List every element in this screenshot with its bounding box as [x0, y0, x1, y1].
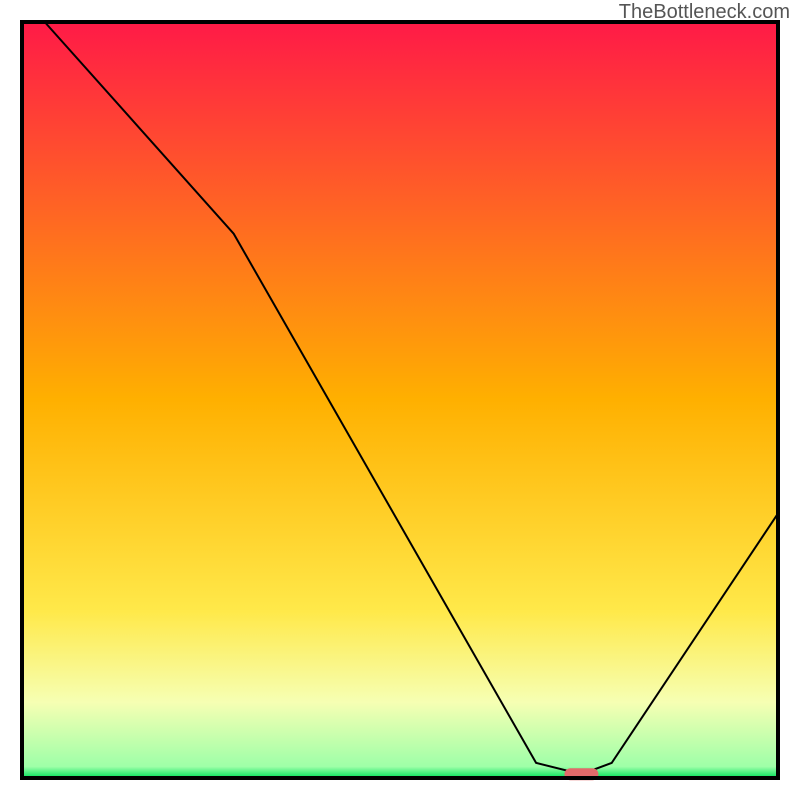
watermark: TheBottleneck.com — [619, 1, 790, 23]
chart-svg: TheBottleneck.com — [0, 0, 800, 800]
plot-background — [22, 22, 778, 778]
chart-container: TheBottleneck.com — [0, 0, 800, 800]
